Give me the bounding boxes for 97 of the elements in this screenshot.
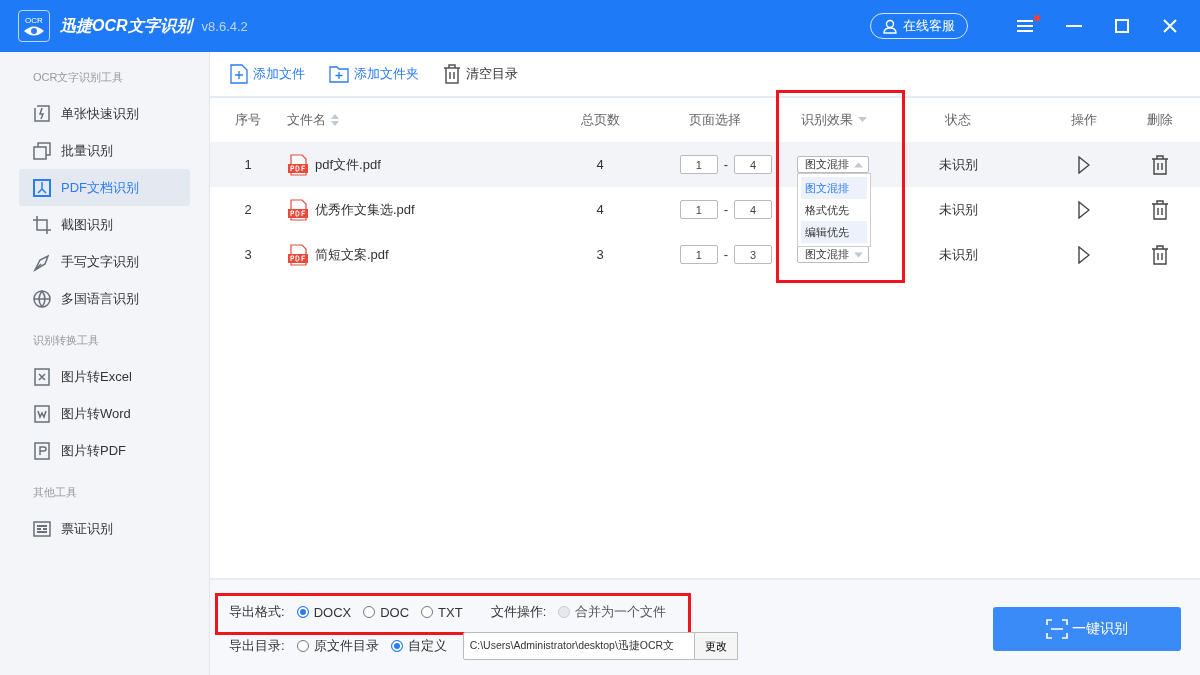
pdf-file-icon (287, 243, 309, 266)
word-icon (32, 403, 52, 424)
sidebar-item[interactable]: 多国语言识别 (19, 280, 190, 317)
close-icon (1162, 18, 1178, 34)
menu-icon (1016, 18, 1036, 34)
add-file-button[interactable]: 添加文件 (230, 64, 305, 84)
play-button[interactable] (1078, 155, 1090, 174)
column-header[interactable]: 识别效果 (790, 111, 878, 129)
add-folder-button[interactable]: 添加文件夹 (329, 65, 419, 83)
mode-dropdown[interactable]: 图文混排 (797, 156, 869, 173)
sidebar-item[interactable]: 批量识别 (19, 132, 190, 169)
play-button[interactable] (1078, 245, 1090, 264)
file-name: 简短文案.pdf (315, 245, 389, 264)
minimize-icon (1066, 25, 1082, 27)
table-cell-text: 1 (243, 156, 253, 174)
column-header: 页面选择 (688, 111, 742, 129)
column-header[interactable]: 文件名 (286, 111, 560, 129)
crop-icon (32, 214, 52, 235)
maximize-icon (1114, 18, 1130, 34)
add-folder-icon (329, 65, 349, 83)
person-icon (883, 18, 897, 34)
version-label: v8.6.4.2 (201, 18, 248, 34)
trash-icon (1151, 244, 1169, 265)
sidebar-item[interactable]: 图片转Excel (19, 358, 190, 395)
eye-icon (23, 24, 45, 37)
column-header: 删除 (1146, 111, 1174, 129)
status-text: 未识别 (937, 245, 979, 264)
sidebar-item[interactable]: 图片转PDF (19, 432, 190, 469)
play-icon (1078, 155, 1090, 174)
change-button[interactable]: 更改 (694, 632, 738, 660)
directory-label: 导出目录: (229, 637, 285, 655)
column-header: 操作 (1070, 111, 1098, 129)
path-field[interactable]: C:\Users\Administrator\desktop\迅捷OCR文 (462, 632, 695, 660)
page-to-field[interactable]: 3 (734, 245, 773, 264)
trash-icon (443, 64, 461, 84)
section-title: 其他工具 (32, 485, 78, 500)
scan-icon (1046, 618, 1068, 639)
format-label: 导出格式: (229, 603, 285, 621)
page-to-field[interactable]: 4 (734, 200, 773, 219)
sidebar-item[interactable]: 单张快速识别 (19, 95, 190, 132)
format-radio[interactable]: TXT (421, 604, 463, 620)
caret-icon (854, 161, 863, 168)
excel-icon (32, 366, 52, 387)
table-cell-text: 3 (243, 246, 253, 264)
range-dash: - (723, 247, 729, 262)
caret-icon (858, 117, 867, 123)
sidebar-item[interactable]: 手写文字识别 (19, 243, 190, 280)
app-logo: OCR (18, 10, 50, 42)
status-text: 未识别 (937, 155, 979, 174)
file-operation-label: 文件操作: (490, 603, 547, 621)
page-to-field[interactable]: 4 (734, 155, 773, 174)
pdf-file-icon (287, 153, 309, 176)
trash-icon (1151, 199, 1169, 220)
caret-icon (854, 251, 863, 258)
table-cell-text: 4 (595, 201, 605, 219)
play-icon (1078, 200, 1090, 219)
dropdown-option[interactable]: 编辑优先 (801, 221, 867, 243)
sort-icon (331, 114, 339, 126)
delete-button[interactable] (1151, 244, 1169, 265)
play-icon (1078, 245, 1090, 264)
sidebar-item[interactable]: 票证识别 (19, 510, 190, 547)
directory-radio[interactable]: 自定义 (390, 637, 447, 655)
page-from-field[interactable]: 1 (679, 245, 718, 264)
pdf-file-icon (32, 440, 52, 461)
dropdown-option[interactable]: 图文混排 (801, 177, 867, 199)
globe-icon (32, 288, 52, 309)
file-name: 优秀作文集选.pdf (315, 200, 415, 219)
clear-list-button[interactable]: 清空目录 (443, 64, 518, 84)
delete-button[interactable] (1151, 154, 1169, 175)
table-cell-text: 3 (595, 246, 605, 264)
sidebar-item[interactable]: 截图识别 (19, 206, 190, 243)
pdf-file-icon (287, 198, 309, 221)
status-text: 未识别 (937, 200, 979, 219)
column-header: 总页数 (579, 111, 621, 129)
directory-radio[interactable]: 原文件目录 (296, 637, 379, 655)
page-from-field[interactable]: 1 (679, 200, 718, 219)
delete-button[interactable] (1151, 199, 1169, 220)
card-icon (32, 518, 52, 539)
format-radio[interactable]: DOC (363, 604, 410, 620)
table-cell-text: 2 (243, 201, 253, 219)
range-dash: - (723, 202, 729, 217)
column-header: 状态 (944, 111, 972, 129)
stack-icon (32, 140, 52, 161)
trash-icon (1151, 154, 1169, 175)
section-title: 识别转换工具 (32, 333, 100, 348)
play-button[interactable] (1078, 200, 1090, 219)
section-title: OCR文字识别工具 (32, 70, 125, 85)
dropdown-option[interactable]: 格式优先 (801, 199, 867, 221)
range-dash: - (723, 157, 729, 172)
column-header: 序号 (234, 111, 262, 129)
file-name: pdf文件.pdf (315, 155, 381, 174)
page-from-field[interactable]: 1 (679, 155, 718, 174)
format-radio[interactable]: DOCX (296, 604, 352, 620)
pdf-icon (32, 177, 52, 198)
add-file-icon (230, 64, 248, 84)
table-cell-text: 4 (595, 156, 605, 174)
sidebar-item[interactable]: 图片转Word (19, 395, 190, 432)
